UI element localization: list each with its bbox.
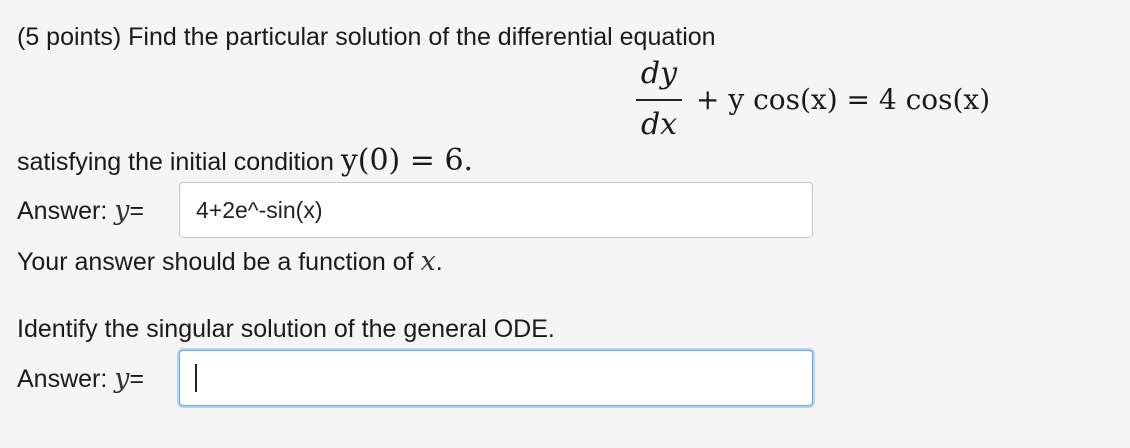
answer2-var: y xyxy=(114,363,130,394)
hint-prefix: Your answer should be a function of xyxy=(17,248,414,276)
fraction-denominator: dx xyxy=(640,107,678,142)
initial-condition-line: satisfying the initial condition y(0) = … xyxy=(17,146,473,177)
answer2-eq: = xyxy=(129,365,145,393)
answer2-label-group: Answer: y= xyxy=(17,364,144,394)
text-caret xyxy=(195,364,197,392)
part2-prompt: Identify the singular solution of the ge… xyxy=(17,315,555,343)
fraction-bar xyxy=(636,99,682,101)
answer1-eq: = xyxy=(129,197,145,225)
hint-line: Your answer should be a function of x. xyxy=(17,247,443,277)
hint-suffix: . xyxy=(435,248,443,276)
condition-math: y(0) = 6. xyxy=(340,143,474,178)
answer1-input[interactable]: 4+2e^-sin(x) xyxy=(179,182,813,238)
answer2-input[interactable] xyxy=(179,350,813,406)
fraction-numerator: dy xyxy=(640,56,678,91)
hint-var: x xyxy=(420,246,436,277)
condition-prefix: satisfying the initial condition xyxy=(17,148,334,176)
answer1-value: 4+2e^-sin(x) xyxy=(196,197,323,223)
equation-rest: + y cos(x) = 4 cos(x) xyxy=(696,83,991,116)
question-intro: (5 points) Find the particular solution … xyxy=(17,23,716,51)
answer1-label: Answer: xyxy=(17,197,108,225)
answer1-label-group: Answer: y= xyxy=(17,196,144,226)
answer2-label: Answer: xyxy=(17,365,108,393)
answer1-var: y xyxy=(114,195,130,226)
